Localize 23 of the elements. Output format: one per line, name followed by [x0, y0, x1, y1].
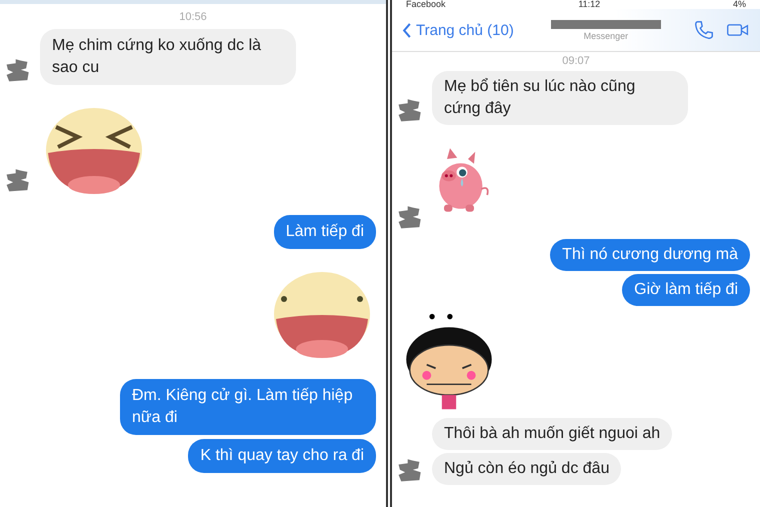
status-clock: 11:12 — [578, 0, 600, 9]
status-carrier: Facebook — [406, 0, 446, 9]
timestamp: 09:07 — [561, 55, 591, 67]
battery-level: 4% — [732, 0, 746, 9]
message-bubble: Làm tiếp đi — [274, 215, 376, 249]
phone-icon[interactable] — [692, 19, 716, 41]
avatar — [396, 459, 422, 483]
message-bubble: Giờ làm tiếp đi — [622, 274, 750, 306]
message-bubble: Mẹ bổ tiên su lúc nào cũng cứng đây — [432, 71, 688, 125]
timestamp: 10:56 — [178, 11, 208, 23]
avatar — [396, 99, 422, 123]
message-bubble: Thì nó cương dương mà — [550, 239, 750, 271]
message-bubble: K thì quay tay cho ra đi — [188, 439, 376, 473]
back-chevron-icon — [402, 22, 412, 38]
message-bubble: Đm. Kiêng cử gì. Làm tiếp hiệp nữa đi — [120, 379, 376, 435]
avatar — [4, 59, 30, 83]
chat-subtitle: Messenger — [584, 30, 628, 40]
avatar — [396, 206, 422, 230]
message-bubble: Ngủ còn éo ngủ dc đâu — [432, 453, 622, 485]
back-button[interactable]: Trang chủ (10) — [402, 22, 514, 38]
message-bubble: Mẹ chim cứng ko xuống dc là sao cu — [40, 29, 296, 85]
message-bubble: Thôi bà ah muốn giết nguoi ah — [432, 418, 672, 450]
avatar — [4, 169, 30, 193]
